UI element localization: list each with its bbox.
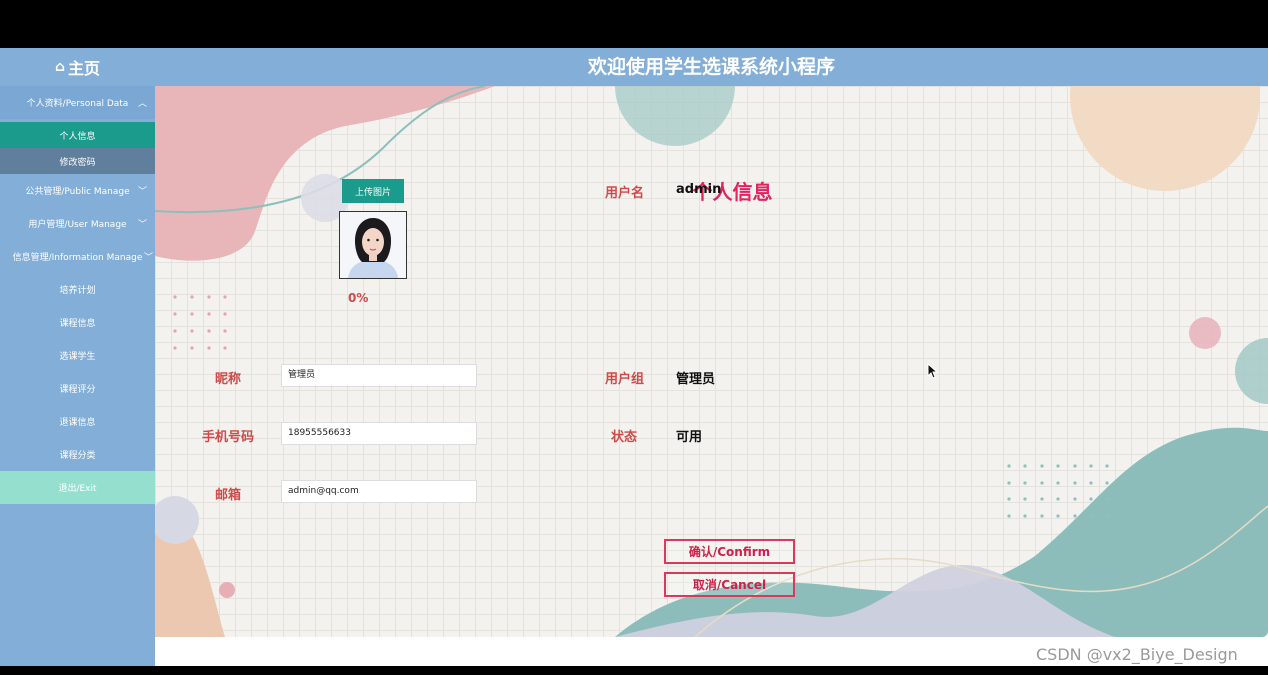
sidebar-item-withdraw-info[interactable]: 退课信息 [0,405,155,438]
user-group-value: 管理员 [676,372,716,387]
confirm-button[interactable]: 确认/Confirm [664,539,795,564]
upload-image-button[interactable]: 上传图片 [342,179,404,203]
phone-input[interactable]: 18955556633 [281,422,477,445]
sidebar-item-course-category[interactable]: 课程分类 [0,438,155,471]
sidebar-item-course-rating[interactable]: 课程评分 [0,372,155,405]
username-value: admin [676,182,722,197]
sidebar-item-label: 退出/Exit [58,484,97,494]
sidebar-item-label: 选课学生 [59,352,96,362]
mouse-cursor-icon [927,362,939,383]
sidebar-group-label: 个人资料/Personal Data [26,99,129,109]
watermark: CSDN @vx2_Biye_Design [1036,645,1238,664]
sidebar-item-label: 课程分类 [59,451,96,461]
person-photo-icon [340,212,406,278]
app-window: ⌂ 主页 欢迎使用学生选课系统小程序 个人资料/Personal Data ︿ … [0,48,1268,666]
chevron-down-icon: ﹀ [137,187,147,197]
sidebar-item-label: 修改密码 [59,157,96,168]
sidebar-item-label: 课程评分 [59,385,96,395]
chevron-down-icon: ﹀ [143,253,153,263]
sidebar-item-course-info[interactable]: 课程信息 [0,306,155,339]
sidebar: 个人资料/Personal Data ︿ 个人信息 修改密码 公共管理/Publ… [0,86,155,666]
upload-progress: 0% [348,291,369,305]
email-label: 邮箱 [214,488,241,503]
user-group-label: 用户组 [604,372,644,387]
home-label: 主页 [68,59,101,78]
sidebar-item-profile[interactable]: 个人信息 [0,122,155,148]
status-label: 状态 [610,430,637,445]
email-input[interactable]: admin@qq.com [281,480,477,503]
phone-label: 手机号码 [201,430,254,445]
chevron-up-icon: ︿ [137,99,147,109]
sidebar-item-label: 课程信息 [59,319,96,329]
sidebar-item-label: 个人信息 [59,131,96,142]
nickname-input[interactable]: 管理员 [281,364,477,387]
top-header: ⌂ 主页 欢迎使用学生选课系统小程序 [0,48,1268,86]
sidebar-group-label: 用户管理/User Manage [28,220,127,230]
dot-grid-decoration [173,295,227,350]
sidebar-item-label: 退课信息 [59,418,96,428]
nickname-label: 昵称 [214,372,241,387]
cancel-button[interactable]: 取消/Cancel [664,572,795,597]
profile-panel: 个人信息 上传图片 0% 昵称 管理员 手机号码 18955556633 邮箱 … [155,86,1268,637]
sidebar-group-information[interactable]: 信息管理/Information Manage ﹀ [0,240,155,273]
sidebar-group-personal[interactable]: 个人资料/Personal Data ︿ [0,86,155,119]
home-link[interactable]: ⌂ 主页 [0,48,155,86]
sidebar-item-change-password[interactable]: 修改密码 [0,148,155,174]
dot-grid-decoration [1007,464,1109,518]
username-label: 用户名 [604,186,644,201]
home-icon: ⌂ [54,59,65,75]
sidebar-item-label: 培养计划 [59,286,96,296]
sidebar-item-enrolled-students[interactable]: 选课学生 [0,339,155,372]
sidebar-group-label: 信息管理/Information Manage [12,253,143,263]
sidebar-group-label: 公共管理/Public Manage [25,187,130,197]
chevron-down-icon: ﹀ [137,220,147,230]
status-value: 可用 [676,430,703,445]
sidebar-group-public[interactable]: 公共管理/Public Manage ﹀ [0,174,155,207]
sidebar-item-training-plan[interactable]: 培养计划 [0,273,155,306]
sidebar-item-exit[interactable]: 退出/Exit [0,471,155,504]
app-title: 欢迎使用学生选课系统小程序 [587,56,835,78]
sidebar-group-user[interactable]: 用户管理/User Manage ﹀ [0,207,155,240]
avatar[interactable] [339,211,407,279]
